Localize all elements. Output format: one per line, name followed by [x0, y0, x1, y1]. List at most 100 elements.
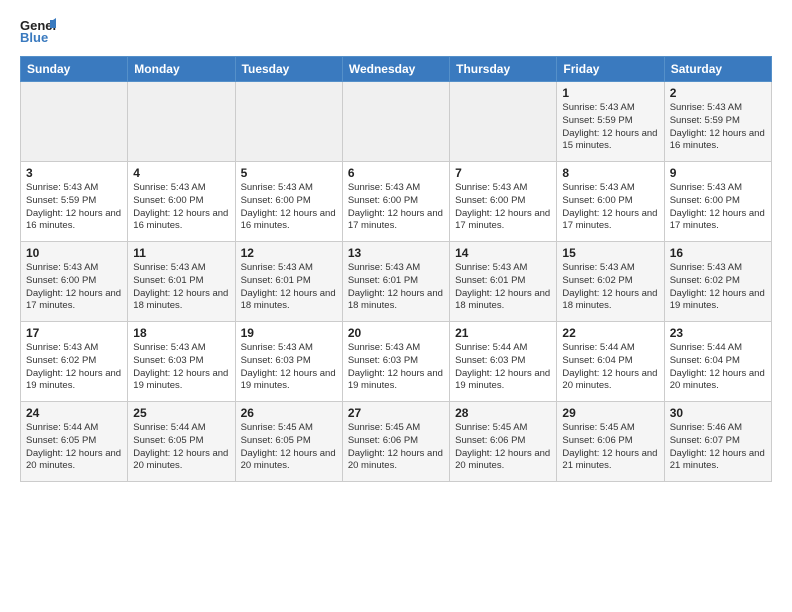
day-info: Sunrise: 5:44 AM Sunset: 6:04 PM Dayligh…: [670, 342, 766, 393]
day-number: 28: [455, 406, 551, 420]
day-info: Sunrise: 5:43 AM Sunset: 6:00 PM Dayligh…: [133, 182, 229, 233]
day-cell: [450, 82, 557, 162]
weekday-friday: Friday: [557, 57, 664, 82]
day-number: 30: [670, 406, 766, 420]
day-cell: 9 Sunrise: 5:43 AM Sunset: 6:00 PM Daylig…: [664, 162, 771, 242]
day-cell: [128, 82, 235, 162]
day-number: 20: [348, 326, 444, 340]
day-cell: 7 Sunrise: 5:43 AM Sunset: 6:00 PM Daylig…: [450, 162, 557, 242]
day-number: 8: [562, 166, 658, 180]
day-number: 22: [562, 326, 658, 340]
day-info: Sunrise: 5:45 AM Sunset: 6:05 PM Dayligh…: [241, 422, 337, 473]
day-info: Sunrise: 5:43 AM Sunset: 6:02 PM Dayligh…: [562, 262, 658, 313]
day-number: 26: [241, 406, 337, 420]
day-cell: 5 Sunrise: 5:43 AM Sunset: 6:00 PM Daylig…: [235, 162, 342, 242]
day-cell: [342, 82, 449, 162]
day-info: Sunrise: 5:43 AM Sunset: 6:00 PM Dayligh…: [26, 262, 122, 313]
day-info: Sunrise: 5:46 AM Sunset: 6:07 PM Dayligh…: [670, 422, 766, 473]
day-info: Sunrise: 5:45 AM Sunset: 6:06 PM Dayligh…: [455, 422, 551, 473]
day-cell: 15 Sunrise: 5:43 AM Sunset: 6:02 PM Dayli…: [557, 242, 664, 322]
day-cell: 4 Sunrise: 5:43 AM Sunset: 6:00 PM Daylig…: [128, 162, 235, 242]
day-cell: 14 Sunrise: 5:43 AM Sunset: 6:01 PM Dayli…: [450, 242, 557, 322]
day-info: Sunrise: 5:43 AM Sunset: 6:00 PM Dayligh…: [562, 182, 658, 233]
week-row-5: 24Sunrise: 5:44 AM Sunset: 6:05 PM Dayli…: [21, 402, 772, 482]
day-cell: 11 Sunrise: 5:43 AM Sunset: 6:01 PM Dayli…: [128, 242, 235, 322]
day-info: Sunrise: 5:43 AM Sunset: 6:00 PM Dayligh…: [455, 182, 551, 233]
day-number: 15: [562, 246, 658, 260]
day-number: 10: [26, 246, 122, 260]
page: General Blue SundayMondayTuesdayWednesda…: [0, 0, 792, 502]
day-number: 7: [455, 166, 551, 180]
logo: General Blue: [20, 16, 62, 44]
day-cell: 19Sunrise: 5:43 AM Sunset: 6:03 PM Dayli…: [235, 322, 342, 402]
day-cell: 8 Sunrise: 5:43 AM Sunset: 6:00 PM Daylig…: [557, 162, 664, 242]
day-info: Sunrise: 5:43 AM Sunset: 6:01 PM Dayligh…: [455, 262, 551, 313]
day-cell: 22Sunrise: 5:44 AM Sunset: 6:04 PM Dayli…: [557, 322, 664, 402]
day-number: 25: [133, 406, 229, 420]
day-cell: 17Sunrise: 5:43 AM Sunset: 6:02 PM Dayli…: [21, 322, 128, 402]
day-number: 16: [670, 246, 766, 260]
day-number: 11: [133, 246, 229, 260]
day-cell: 6Sunrise: 5:43 AM Sunset: 6:00 PM Daylig…: [342, 162, 449, 242]
day-cell: 3 Sunrise: 5:43 AM Sunset: 5:59 PM Daylig…: [21, 162, 128, 242]
week-row-2: 3 Sunrise: 5:43 AM Sunset: 5:59 PM Daylig…: [21, 162, 772, 242]
weekday-sunday: Sunday: [21, 57, 128, 82]
day-cell: 20 Sunrise: 5:43 AM Sunset: 6:03 PM Dayli…: [342, 322, 449, 402]
day-info: Sunrise: 5:44 AM Sunset: 6:05 PM Dayligh…: [133, 422, 229, 473]
day-info: Sunrise: 5:43 AM Sunset: 6:03 PM Dayligh…: [133, 342, 229, 393]
day-cell: 1Sunrise: 5:43 AM Sunset: 5:59 PM Daylig…: [557, 82, 664, 162]
day-info: Sunrise: 5:45 AM Sunset: 6:06 PM Dayligh…: [562, 422, 658, 473]
day-info: Sunrise: 5:43 AM Sunset: 6:02 PM Dayligh…: [26, 342, 122, 393]
day-cell: 12 Sunrise: 5:43 AM Sunset: 6:01 PM Dayli…: [235, 242, 342, 322]
day-number: 2: [670, 86, 766, 100]
day-info: Sunrise: 5:43 AM Sunset: 6:03 PM Dayligh…: [348, 342, 444, 393]
weekday-wednesday: Wednesday: [342, 57, 449, 82]
day-cell: 2 Sunrise: 5:43 AM Sunset: 5:59 PM Daylig…: [664, 82, 771, 162]
day-cell: 26 Sunrise: 5:45 AM Sunset: 6:05 PM Dayli…: [235, 402, 342, 482]
day-info: Sunrise: 5:43 AM Sunset: 6:03 PM Dayligh…: [241, 342, 337, 393]
logo-icon: General Blue: [20, 16, 56, 44]
day-info: Sunrise: 5:43 AM Sunset: 6:00 PM Dayligh…: [348, 182, 444, 233]
day-info: Sunrise: 5:43 AM Sunset: 6:01 PM Dayligh…: [241, 262, 337, 313]
day-info: Sunrise: 5:43 AM Sunset: 6:01 PM Dayligh…: [133, 262, 229, 313]
day-cell: 18 Sunrise: 5:43 AM Sunset: 6:03 PM Dayli…: [128, 322, 235, 402]
day-cell: 25 Sunrise: 5:44 AM Sunset: 6:05 PM Dayli…: [128, 402, 235, 482]
day-cell: [21, 82, 128, 162]
day-cell: [235, 82, 342, 162]
day-number: 12: [241, 246, 337, 260]
day-info: Sunrise: 5:44 AM Sunset: 6:05 PM Dayligh…: [26, 422, 122, 473]
header: General Blue: [20, 16, 772, 44]
weekday-header-row: SundayMondayTuesdayWednesdayThursdayFrid…: [21, 57, 772, 82]
day-info: Sunrise: 5:43 AM Sunset: 5:59 PM Dayligh…: [26, 182, 122, 233]
week-row-4: 17Sunrise: 5:43 AM Sunset: 6:02 PM Dayli…: [21, 322, 772, 402]
day-cell: 30 Sunrise: 5:46 AM Sunset: 6:07 PM Dayli…: [664, 402, 771, 482]
day-number: 23: [670, 326, 766, 340]
day-cell: 16 Sunrise: 5:43 AM Sunset: 6:02 PM Dayli…: [664, 242, 771, 322]
day-number: 13: [348, 246, 444, 260]
weekday-thursday: Thursday: [450, 57, 557, 82]
day-cell: 28 Sunrise: 5:45 AM Sunset: 6:06 PM Dayli…: [450, 402, 557, 482]
day-number: 9: [670, 166, 766, 180]
day-info: Sunrise: 5:44 AM Sunset: 6:03 PM Dayligh…: [455, 342, 551, 393]
week-row-1: 1 Sunrise: 5:43 AM Sunset: 5:59 PM Daylig…: [21, 82, 772, 162]
weekday-tuesday: Tuesday: [235, 57, 342, 82]
day-cell: 21 Sunrise: 5:44 AM Sunset: 6:03 PM Dayli…: [450, 322, 557, 402]
day-info: Sunrise: 5:43 AM Sunset: 6:02 PM Dayligh…: [670, 262, 766, 313]
day-number: 14: [455, 246, 551, 260]
day-cell: 24Sunrise: 5:44 AM Sunset: 6:05 PM Dayli…: [21, 402, 128, 482]
week-row-3: 10 Sunrise: 5:43 AM Sunset: 6:00 PM Dayli…: [21, 242, 772, 322]
day-number: 29: [562, 406, 658, 420]
day-number: 4: [133, 166, 229, 180]
day-info: Sunrise: 5:43 AM Sunset: 6:01 PM Dayligh…: [348, 262, 444, 313]
day-number: 1: [562, 86, 658, 100]
day-cell: 23 Sunrise: 5:44 AM Sunset: 6:04 PM Dayli…: [664, 322, 771, 402]
day-number: 5: [241, 166, 337, 180]
day-number: 18: [133, 326, 229, 340]
day-info: Sunrise: 5:43 AM Sunset: 6:00 PM Dayligh…: [241, 182, 337, 233]
day-info: Sunrise: 5:43 AM Sunset: 5:59 PM Dayligh…: [670, 102, 766, 153]
day-info: Sunrise: 5:43 AM Sunset: 6:00 PM Dayligh…: [670, 182, 766, 233]
day-number: 27: [348, 406, 444, 420]
day-number: 3: [26, 166, 122, 180]
day-number: 21: [455, 326, 551, 340]
calendar-table: SundayMondayTuesdayWednesdayThursdayFrid…: [20, 56, 772, 482]
